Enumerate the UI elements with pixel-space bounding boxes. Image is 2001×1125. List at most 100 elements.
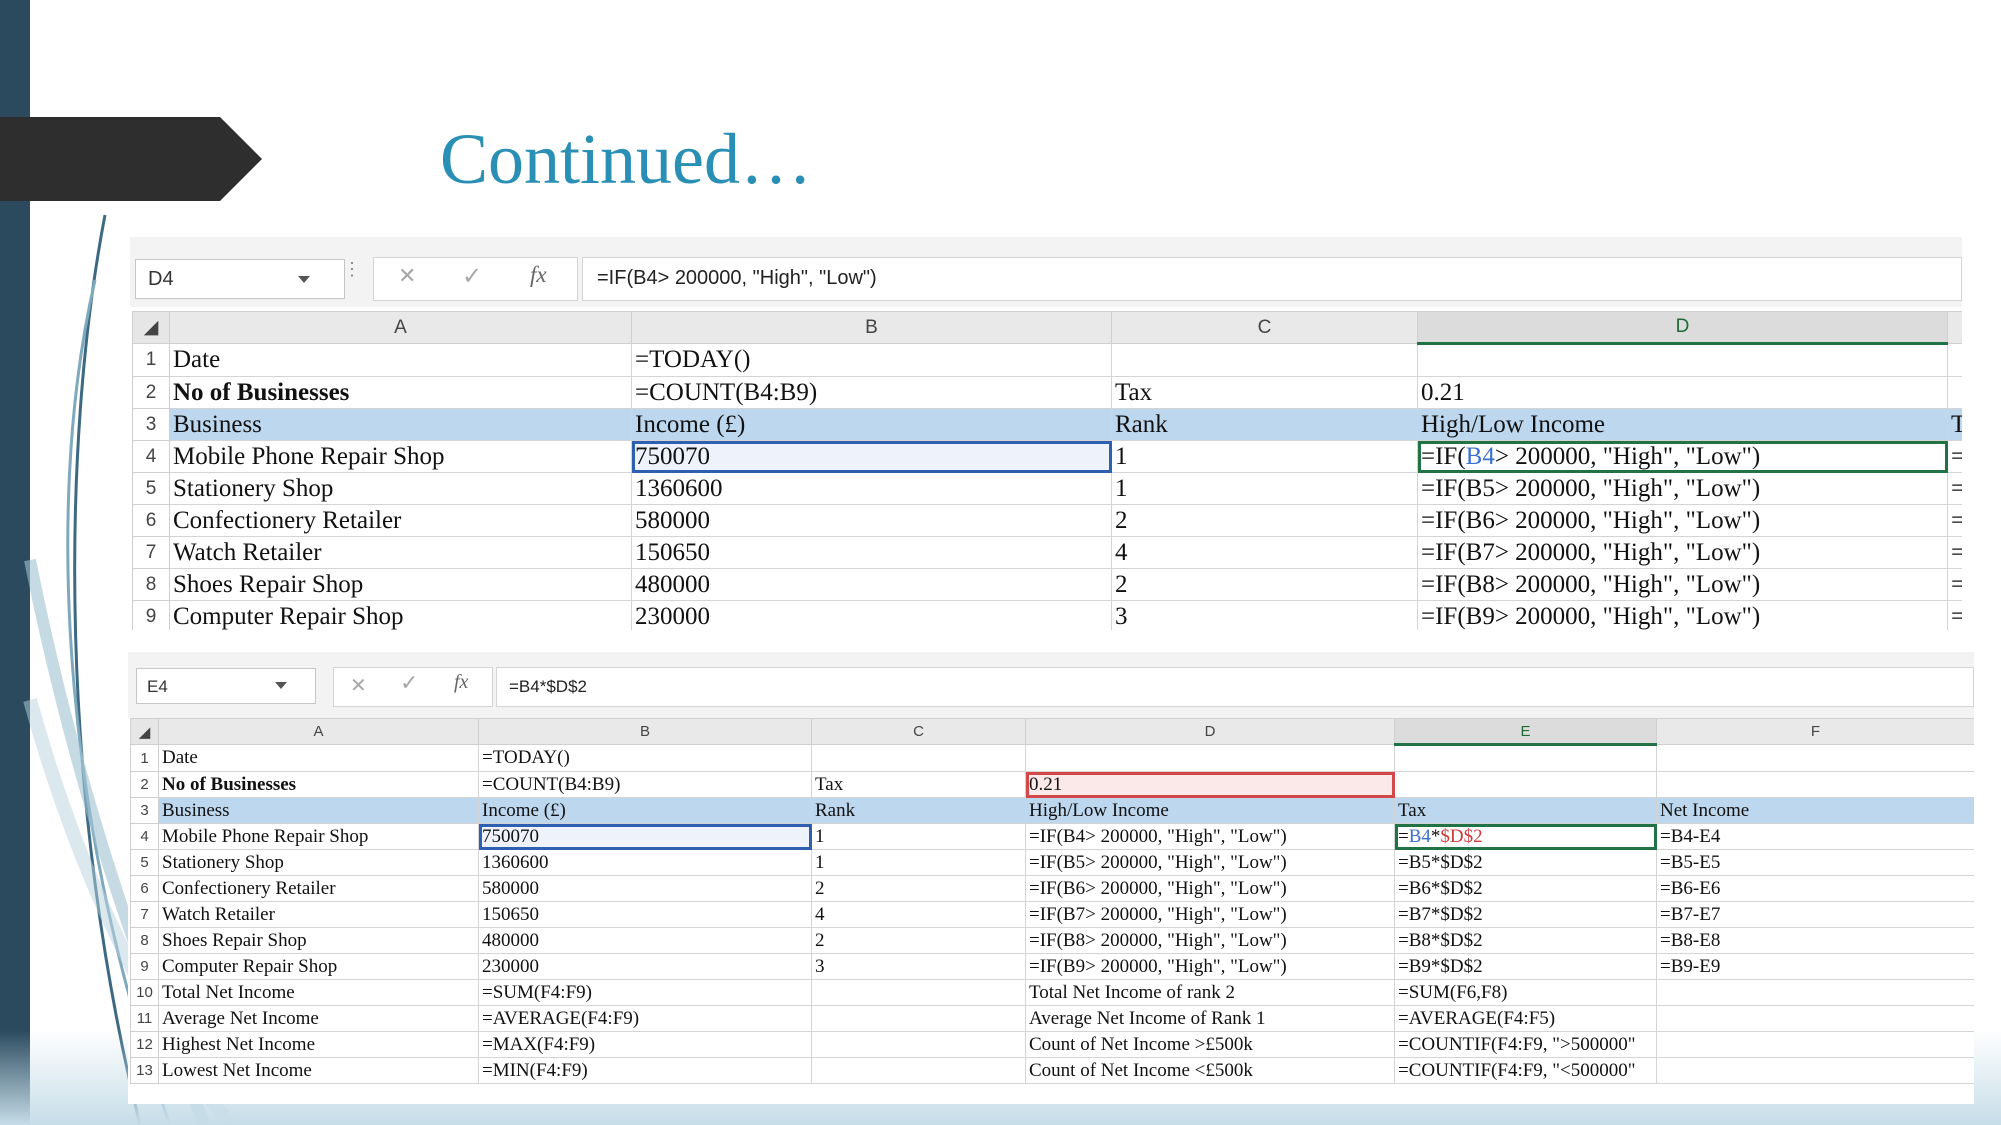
- cell[interactable]: [811, 1057, 1026, 1084]
- row-header[interactable]: 12: [130, 1031, 159, 1058]
- cell[interactable]: High/Low Income: [1025, 797, 1395, 824]
- cell[interactable]: Computer Repair Shop: [158, 953, 479, 980]
- cell[interactable]: =AVERAGE(F4:F5): [1394, 1005, 1657, 1032]
- cell[interactable]: [1111, 343, 1418, 377]
- cell[interactable]: Lowest Net Income: [158, 1057, 479, 1084]
- cell[interactable]: Count of Net Income >£500k: [1025, 1031, 1395, 1058]
- cell[interactable]: Shoes Repair Shop: [169, 568, 632, 601]
- formula-input[interactable]: =IF(B4> 200000, "High", "Low"): [582, 257, 1962, 301]
- cell[interactable]: =COUNT(B4:B9): [631, 376, 1112, 409]
- cell[interactable]: =TODAY(): [478, 744, 812, 772]
- cell[interactable]: =B7-E7: [1656, 901, 1974, 928]
- cell[interactable]: =B8-E8: [1656, 927, 1974, 954]
- cell[interactable]: [1417, 343, 1948, 377]
- row-header[interactable]: 3: [132, 408, 170, 441]
- cell[interactable]: No of Businesses: [158, 771, 479, 798]
- cell[interactable]: Tax: [811, 771, 1026, 798]
- cell[interactable]: 580000: [631, 504, 1112, 537]
- cell[interactable]: =COUNT(B4:B9): [478, 771, 812, 798]
- row-header[interactable]: 2: [130, 771, 159, 798]
- cell[interactable]: Shoes Repair Shop: [158, 927, 479, 954]
- cell-referenced[interactable]: 750070: [478, 823, 812, 850]
- cell[interactable]: =IF(B8> 200000, "High", "Low"): [1025, 927, 1395, 954]
- cell[interactable]: [1394, 771, 1657, 798]
- row-header[interactable]: 13: [130, 1057, 159, 1084]
- cell[interactable]: No of Businesses: [169, 376, 632, 409]
- cell[interactable]: [1025, 744, 1395, 772]
- chevron-down-icon[interactable]: [298, 276, 310, 283]
- cell[interactable]: =: [1947, 504, 1962, 537]
- column-header-e[interactable]: E: [1394, 718, 1657, 746]
- cell[interactable]: Income (£): [631, 408, 1112, 441]
- column-header-c[interactable]: C: [1111, 311, 1418, 344]
- row-header[interactable]: 8: [130, 927, 159, 954]
- cell-active[interactable]: =IF(B4> 200000, "High", "Low"): [1417, 440, 1948, 473]
- cell-referenced[interactable]: 0.21: [1025, 771, 1395, 798]
- select-all-corner[interactable]: ◢: [132, 311, 170, 344]
- cancel-icon[interactable]: ✕: [398, 264, 416, 289]
- cell[interactable]: =IF(B9> 200000, "High", "Low"): [1417, 600, 1948, 630]
- cell[interactable]: [1394, 744, 1657, 772]
- insert-function-icon[interactable]: fx: [530, 262, 547, 288]
- cell[interactable]: =B6*$D$2: [1394, 875, 1657, 902]
- cell[interactable]: [1656, 744, 1974, 772]
- cell[interactable]: Total Net Income of rank 2: [1025, 979, 1395, 1006]
- cell[interactable]: 150650: [478, 901, 812, 928]
- cell[interactable]: [1656, 979, 1974, 1006]
- cell[interactable]: =B5-E5: [1656, 849, 1974, 876]
- cell[interactable]: =MIN(F4:F9): [478, 1057, 812, 1084]
- cell[interactable]: Income (£): [478, 797, 812, 824]
- cell[interactable]: Count of Net Income <£500k: [1025, 1057, 1395, 1084]
- row-header[interactable]: 8: [132, 568, 170, 601]
- cell[interactable]: 1360600: [631, 472, 1112, 505]
- cell[interactable]: 2: [1111, 568, 1418, 601]
- cell[interactable]: =SUM(F4:F9): [478, 979, 812, 1006]
- cell[interactable]: =MAX(F4:F9): [478, 1031, 812, 1058]
- row-header[interactable]: 9: [130, 953, 159, 980]
- chevron-down-icon[interactable]: [275, 682, 287, 689]
- row-header[interactable]: 3: [130, 797, 159, 824]
- cell[interactable]: Date: [169, 343, 632, 377]
- column-header-b[interactable]: B: [631, 311, 1112, 344]
- name-box[interactable]: D4: [135, 259, 345, 299]
- column-header-a[interactable]: A: [158, 718, 479, 745]
- cell[interactable]: =SUM(F6,F8): [1394, 979, 1657, 1006]
- column-header-d[interactable]: D: [1025, 718, 1395, 745]
- column-header-f[interactable]: F: [1656, 718, 1974, 745]
- row-header[interactable]: 7: [132, 536, 170, 569]
- cell[interactable]: [811, 744, 1026, 772]
- cell[interactable]: =IF(B5> 200000, "High", "Low"): [1417, 472, 1948, 505]
- cell[interactable]: Mobile Phone Repair Shop: [169, 440, 632, 473]
- cell[interactable]: =: [1947, 568, 1962, 601]
- cell[interactable]: =IF(B5> 200000, "High", "Low"): [1025, 849, 1395, 876]
- cell[interactable]: Average Net Income of Rank 1: [1025, 1005, 1395, 1032]
- cell[interactable]: Confectionery Retailer: [169, 504, 632, 537]
- cell[interactable]: =B7*$D$2: [1394, 901, 1657, 928]
- name-box[interactable]: E4: [136, 668, 316, 704]
- cell[interactable]: 480000: [631, 568, 1112, 601]
- cell[interactable]: =B4-E4: [1656, 823, 1974, 850]
- cell[interactable]: 2: [811, 875, 1026, 902]
- cell[interactable]: =IF(B6> 200000, "High", "Low"): [1417, 504, 1948, 537]
- cell[interactable]: Watch Retailer: [158, 901, 479, 928]
- cell[interactable]: =IF(B9> 200000, "High", "Low"): [1025, 953, 1395, 980]
- column-header-e[interactable]: [1947, 311, 1962, 344]
- cell[interactable]: Highest Net Income: [158, 1031, 479, 1058]
- cell[interactable]: 3: [811, 953, 1026, 980]
- cell[interactable]: 230000: [478, 953, 812, 980]
- more-options-icon[interactable]: ⋮: [343, 259, 361, 280]
- cell[interactable]: =IF(B6> 200000, "High", "Low"): [1025, 875, 1395, 902]
- cell[interactable]: Business: [169, 408, 632, 441]
- insert-function-icon[interactable]: fx: [454, 671, 468, 694]
- column-header-c[interactable]: C: [811, 718, 1026, 745]
- row-header[interactable]: 10: [130, 979, 159, 1006]
- row-header[interactable]: 6: [132, 504, 170, 537]
- cell[interactable]: [1656, 771, 1974, 798]
- row-header[interactable]: 9: [132, 600, 170, 630]
- row-header[interactable]: 4: [132, 440, 170, 473]
- cell[interactable]: Tax: [1394, 797, 1657, 824]
- cell[interactable]: 1: [811, 823, 1026, 850]
- row-header[interactable]: 5: [132, 472, 170, 505]
- cell[interactable]: =: [1947, 536, 1962, 569]
- cell[interactable]: Watch Retailer: [169, 536, 632, 569]
